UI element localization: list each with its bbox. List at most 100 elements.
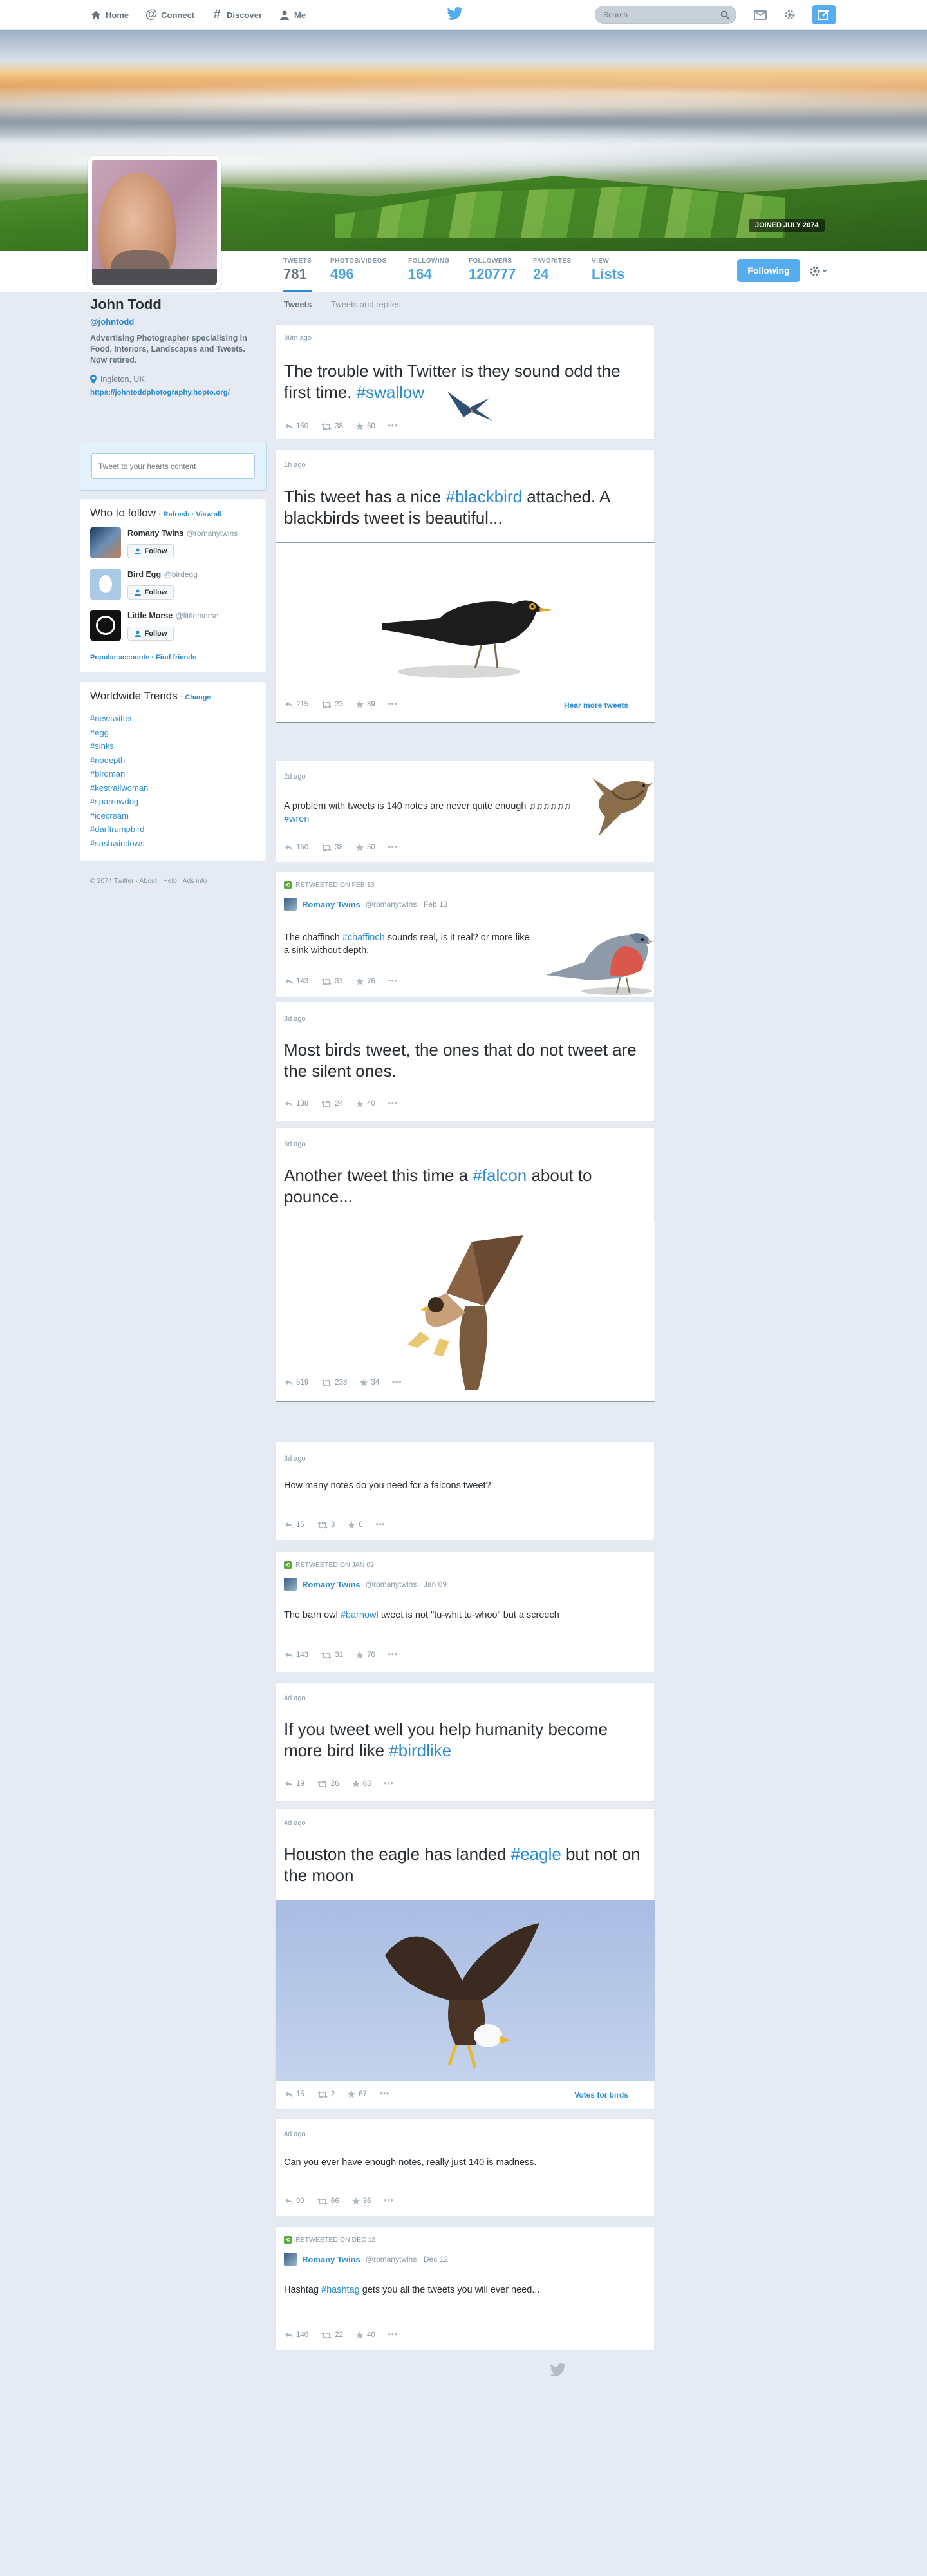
- suggestion-name[interactable]: Romany Twins: [127, 529, 183, 538]
- trend-item[interactable]: #kestrallwoman: [90, 781, 148, 795]
- hashtag[interactable]: #falcon: [473, 1166, 527, 1185]
- reply-button[interactable]: 150: [285, 844, 308, 851]
- favorite-button[interactable]: 34: [360, 1379, 379, 1387]
- tweet-card[interactable]: 3d ago Another tweet this time a #falcon…: [275, 1127, 655, 1402]
- retweet-button[interactable]: 31: [321, 1651, 343, 1659]
- favorite-button[interactable]: 40: [355, 2331, 375, 2339]
- retweet-card[interactable]: ⟲ RETWEETED ON FEB 13 Romany Twins @romany…: [275, 871, 655, 998]
- more-button[interactable]: •••: [388, 978, 398, 985]
- more-button[interactable]: •••: [380, 2090, 389, 2098]
- author-name[interactable]: Romany Twins: [302, 900, 360, 909]
- suggestion-name[interactable]: Bird Egg: [127, 570, 161, 579]
- retweet-button[interactable]: 2: [317, 2090, 335, 2098]
- avatar[interactable]: [284, 1578, 297, 1591]
- favorite-button[interactable]: 0: [348, 1521, 363, 1529]
- avatar[interactable]: [90, 610, 121, 641]
- trends-change-link[interactable]: · Change: [180, 694, 211, 701]
- favorite-button[interactable]: 76: [355, 1651, 375, 1659]
- favorite-button[interactable]: 67: [348, 2090, 367, 2098]
- retweet-author[interactable]: Romany Twins @romanytwins · Dec 12: [284, 2253, 448, 2266]
- wtf-footer-links[interactable]: Popular accounts · Find friends: [90, 654, 196, 661]
- twitter-bird-icon[interactable]: [445, 6, 464, 22]
- more-button[interactable]: •••: [388, 1651, 398, 1659]
- suggestion-name[interactable]: Little Morse: [127, 611, 173, 620]
- gear-icon[interactable]: [783, 8, 797, 22]
- tweet-card[interactable]: 1h ago This tweet has a nice #blackbird …: [275, 449, 655, 723]
- nav-home[interactable]: Home: [90, 9, 129, 21]
- tab-tweets-and-replies[interactable]: Tweets and replies: [331, 299, 400, 309]
- compose-tweet-button[interactable]: [812, 5, 836, 24]
- trend-item[interactable]: #darftrumpbird: [90, 822, 148, 837]
- tweet-timestamp[interactable]: 4d ago: [284, 1694, 306, 1702]
- user-actions-gear-icon[interactable]: [807, 264, 830, 278]
- tweet-cta-link[interactable]: Votes for birds: [574, 2090, 628, 2099]
- tweet-cta-link[interactable]: Hear more tweets: [564, 701, 628, 710]
- hashtag[interactable]: #barnowl: [341, 1610, 379, 1620]
- trend-item[interactable]: #birdman: [90, 767, 148, 781]
- messages-icon[interactable]: [753, 8, 767, 22]
- more-button[interactable]: •••: [388, 1100, 398, 1108]
- follow-button[interactable]: Follow: [127, 585, 174, 600]
- reply-button[interactable]: 150: [285, 422, 308, 430]
- tweet-timestamp[interactable]: 3d ago: [284, 1141, 306, 1148]
- tweet-media-falcon[interactable]: [276, 1222, 655, 1402]
- tweet-media-eagle[interactable]: [276, 1900, 655, 2081]
- reply-button[interactable]: 143: [285, 1651, 308, 1659]
- stat-favorites[interactable]: FAVORITES 24: [533, 258, 572, 283]
- hashtag[interactable]: #eagle: [511, 1844, 561, 1864]
- stat-photos[interactable]: PHOTOS/VIDEOS 496: [330, 258, 387, 283]
- tweet-card[interactable]: 38m ago The trouble with Twitter is they…: [275, 324, 655, 440]
- follow-button[interactable]: Follow: [127, 544, 174, 558]
- reply-button[interactable]: 519: [285, 1379, 308, 1387]
- reply-button[interactable]: 90: [285, 2197, 304, 2205]
- more-button[interactable]: •••: [392, 1379, 402, 1387]
- retweet-button[interactable]: 66: [317, 2197, 339, 2205]
- avatar[interactable]: [284, 2253, 297, 2266]
- retweet-button[interactable]: 38: [321, 422, 343, 430]
- nav-discover[interactable]: # Discover: [211, 8, 262, 21]
- avatar[interactable]: [284, 898, 297, 911]
- favorite-button[interactable]: 89: [355, 701, 375, 708]
- retweet-button[interactable]: 238: [321, 1379, 347, 1387]
- author-name[interactable]: Romany Twins: [302, 2255, 360, 2264]
- tweet-timestamp[interactable]: 3d ago: [284, 1015, 306, 1023]
- reply-button[interactable]: 140: [285, 2331, 308, 2339]
- profile-avatar[interactable]: [88, 156, 221, 289]
- tweet-timestamp[interactable]: 3d ago: [284, 1455, 306, 1463]
- more-button[interactable]: •••: [376, 1521, 386, 1529]
- favorite-button[interactable]: 76: [355, 978, 375, 985]
- avatar[interactable]: [90, 527, 121, 558]
- tweet-card[interactable]: 4d ago If you tweet well you help humani…: [275, 1682, 655, 1802]
- favorite-button[interactable]: 50: [355, 844, 375, 851]
- search-box[interactable]: [595, 6, 736, 24]
- favorite-button[interactable]: 40: [355, 1100, 375, 1108]
- hashtag[interactable]: #blackbird: [445, 487, 522, 506]
- hashtag[interactable]: #chaffinch: [342, 933, 385, 943]
- retweet-button[interactable]: 22: [321, 2331, 343, 2339]
- author-name[interactable]: Romany Twins: [302, 1580, 360, 1589]
- trend-item[interactable]: #sashwindows: [90, 837, 148, 851]
- tweet-card[interactable]: 3d ago How many notes do you need for a …: [275, 1441, 655, 1540]
- stat-following[interactable]: FOLLOWING 164: [408, 258, 450, 283]
- tweet-compose-input[interactable]: [91, 453, 255, 479]
- retweet-author[interactable]: Romany Twins @romanytwins · Feb 13: [284, 898, 447, 911]
- reply-button[interactable]: 19: [285, 1780, 304, 1788]
- avatar[interactable]: [90, 569, 121, 600]
- trend-item[interactable]: #nodepth: [90, 753, 148, 768]
- trend-item[interactable]: #icecream: [90, 809, 148, 823]
- stat-lists[interactable]: VIEW Lists: [592, 258, 624, 283]
- tweet-timestamp[interactable]: 38m ago: [284, 334, 312, 342]
- retweet-button[interactable]: 26: [317, 1780, 339, 1788]
- retweet-button[interactable]: 23: [321, 701, 343, 708]
- tweet-card[interactable]: 4d ago Houston the eagle has landed #eag…: [275, 1808, 655, 2110]
- tweet-timestamp[interactable]: 2d ago: [284, 773, 306, 781]
- more-button[interactable]: •••: [384, 1780, 393, 1788]
- favorite-button[interactable]: 63: [351, 1780, 371, 1788]
- retweet-button[interactable]: 3: [317, 1521, 335, 1529]
- nav-me[interactable]: Me: [279, 9, 306, 21]
- reply-button[interactable]: 15: [285, 2090, 304, 2098]
- retweet-button[interactable]: 24: [321, 1100, 343, 1108]
- tweet-card[interactable]: 2d ago A problem with tweets is 140 note…: [275, 761, 655, 862]
- hashtag[interactable]: #birdlike: [389, 1741, 451, 1760]
- tweet-media-blackbird[interactable]: [276, 542, 655, 723]
